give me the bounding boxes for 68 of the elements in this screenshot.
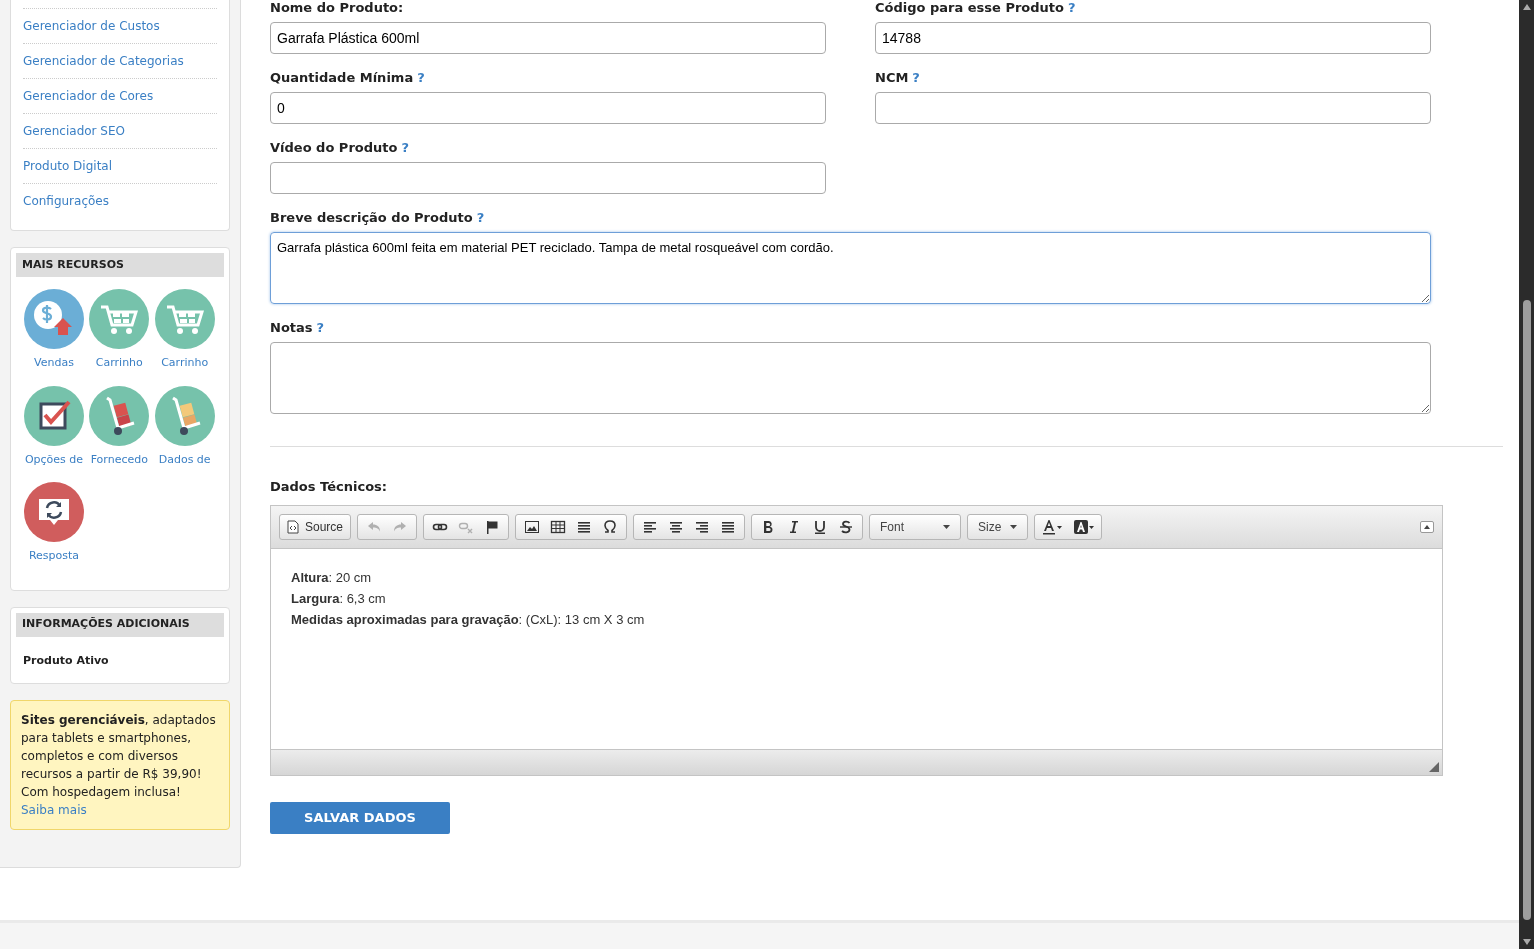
section-title: Dados Técnicos: [270, 478, 388, 496]
hand-truck-icon [89, 385, 150, 446]
help-link[interactable]: ? [316, 320, 325, 335]
help-link[interactable]: ? [401, 140, 409, 155]
scroll-up-icon[interactable] [1522, 4, 1531, 10]
resource-link[interactable]: Dados de [158, 451, 211, 468]
sidebar-link[interactable]: Produto Digital [23, 157, 113, 175]
panel-header: MAIS RECURSOS [16, 253, 224, 277]
resource-link[interactable]: Carrinho [161, 355, 209, 372]
text-area[interactable]: Garrafa plástica 600ml feita em material PET reciclado. Tampa de metal rosqueável com cordão. [270, 232, 1431, 304]
highlight-color-icon [1073, 518, 1096, 535]
cart-icon [154, 289, 215, 349]
field-label: Notas [270, 320, 313, 335]
cart-icon [89, 289, 150, 349]
omega-icon [602, 518, 619, 535]
image-icon [524, 518, 541, 535]
product-status: Produto Ativo [22, 652, 110, 669]
field-label: Código para esse Produto [875, 0, 1064, 15]
text-field[interactable]: 14788 [875, 22, 1431, 54]
resource-link[interactable]: Opções de [24, 451, 84, 468]
text-field[interactable] [875, 92, 1431, 124]
table-icon [550, 518, 567, 535]
hand-truck-icon [154, 385, 215, 446]
panel-header: INFORMAÇÕES ADICIONAIS [16, 612, 224, 637]
promo-text: Sites gerenciáveis, adaptados para tablets e smartphones, completos e com diversos recursos a partir de R$ 39,90! Com hospedagem inclusa! [21, 712, 217, 801]
sidebar-link[interactable]: Gerenciador de Categorias [23, 52, 184, 70]
field-label: Quantidade Mínima [270, 70, 414, 85]
resource-link[interactable]: Vendas [34, 355, 74, 372]
caret-icon [1010, 524, 1018, 529]
editor-text-line: Medidas aproximadas para gravação: (CxL): 13 cm X 3 cm [291, 610, 645, 629]
text-field[interactable] [270, 162, 826, 194]
field-label: Vídeo do Produto [270, 140, 398, 155]
field-label: NCM [875, 70, 909, 85]
flag-icon [484, 518, 501, 535]
chat-refresh-icon [24, 482, 84, 542]
checkbox-icon [24, 385, 84, 446]
resize-handle-icon[interactable] [1429, 761, 1439, 772]
editor-text-line: Altura: 20 cm [291, 568, 372, 587]
help-link[interactable]: ? [476, 210, 485, 225]
sidebar-link[interactable]: Gerenciador de Cores [23, 87, 154, 105]
scroll-down-icon[interactable] [1522, 939, 1531, 945]
more-link[interactable]: Saiba mais [21, 803, 87, 817]
font-dropdown[interactable]: Font [869, 513, 962, 540]
text-color-icon [1041, 518, 1064, 535]
text-field[interactable]: 0 [270, 92, 826, 124]
help-link[interactable]: ? [1068, 0, 1076, 15]
sidebar-link[interactable]: Gerenciador SEO [23, 122, 125, 140]
strikethrough-icon [838, 518, 855, 535]
resource-link[interactable]: Resposta [28, 548, 80, 565]
collapse-toolbar-button[interactable] [1420, 520, 1434, 533]
help-link[interactable]: ? [912, 70, 920, 85]
field-label: Breve descrição do Produto [270, 210, 473, 225]
size-dropdown[interactable]: Size [967, 513, 1029, 540]
caret-icon [943, 524, 951, 529]
source-button[interactable]: Source [279, 513, 352, 540]
resource-link[interactable]: Carrinho [95, 355, 143, 372]
text-field[interactable]: Garrafa Plástica 600ml [270, 22, 826, 54]
resource-link[interactable]: Fornecedo [90, 451, 148, 468]
caret-icon [1424, 524, 1430, 529]
sidebar-link[interactable]: Configurações [23, 192, 109, 210]
document-icon [287, 519, 299, 534]
money-icon [24, 289, 84, 349]
save-button[interactable]: SALVAR DADOS [270, 801, 450, 834]
editor-text-line: Largura: 6,3 cm [291, 589, 386, 608]
sidebar-link[interactable]: Gerenciador de Custos [23, 17, 160, 35]
field-label: Nome do Produto: [270, 0, 404, 15]
help-link[interactable]: ? [417, 70, 425, 85]
scrollbar[interactable] [1519, 0, 1534, 949]
